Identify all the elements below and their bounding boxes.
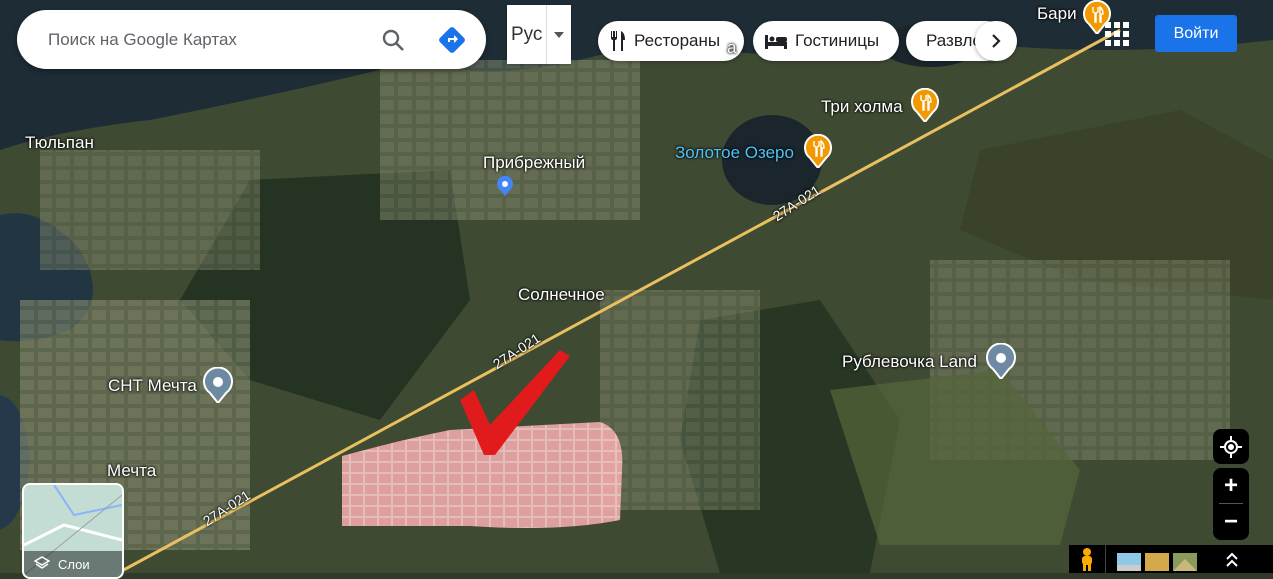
bed-icon: [765, 35, 787, 49]
divider: [1105, 545, 1106, 573]
layers-label: Слои: [58, 556, 90, 572]
chips-next-button[interactable]: [975, 21, 1017, 61]
chip-hotels[interactable]: Гостиницы: [753, 21, 899, 61]
imagery-thumb-icon[interactable]: [1145, 553, 1169, 571]
search-icon[interactable]: [378, 25, 408, 55]
place-label-snt-mechta[interactable]: СНТ Мечта: [108, 376, 197, 396]
chip-label: Рестораны: [634, 31, 721, 50]
language-select[interactable]: Рус: [507, 5, 571, 64]
place-label-rublevochka[interactable]: Рублевочка Land: [842, 352, 977, 372]
restaurant-pin-icon[interactable]: [1082, 0, 1112, 34]
search-input[interactable]: Поиск на Google Картах: [48, 30, 378, 50]
satellite-map[interactable]: [0, 0, 1273, 573]
place-label-zolotoe-ozero[interactable]: Золотое Озеро: [675, 143, 794, 163]
imagery-thumb-icon[interactable]: [1173, 553, 1197, 571]
chevron-down-icon[interactable]: [546, 5, 571, 64]
place-label-bari[interactable]: Бари: [1037, 4, 1077, 24]
place-pin-icon[interactable]: [202, 367, 234, 403]
crosshair-icon: [1220, 435, 1242, 458]
layers-button[interactable]: Слои: [22, 483, 124, 579]
chip-restaurants[interactable]: Рестораны: [598, 21, 744, 61]
place-pin-icon[interactable]: [985, 343, 1017, 379]
place-label-partial: а: [727, 38, 737, 57]
transit-pin-icon[interactable]: [496, 176, 514, 196]
expand-icon[interactable]: [1225, 551, 1239, 569]
bottom-toolbar: [1069, 545, 1273, 573]
language-current: Рус: [510, 23, 543, 45]
my-location-button[interactable]: [1213, 429, 1249, 464]
layers-label-bar: Слои: [24, 551, 122, 577]
zoom-out-button[interactable]: −: [1213, 504, 1249, 539]
chip-label: Гостиницы: [795, 31, 880, 50]
imagery-thumb-icon[interactable]: [1117, 553, 1141, 571]
restaurant-pin-icon[interactable]: [910, 88, 940, 122]
chevron-right-icon: [992, 34, 1001, 48]
search-box[interactable]: Поиск на Google Картах: [17, 10, 486, 69]
place-label-tri-holma[interactable]: Три холма: [821, 97, 903, 117]
pegman-icon[interactable]: [1079, 547, 1095, 571]
fork-knife-icon: [611, 31, 625, 51]
zoom-controls: + −: [1213, 468, 1249, 540]
signin-button[interactable]: Войти: [1155, 15, 1237, 52]
place-label-mechta[interactable]: Мечта: [107, 461, 156, 481]
place-label-pribrezhny[interactable]: Прибрежный: [483, 153, 585, 173]
place-label-solnechnoe[interactable]: Солнечное: [518, 285, 605, 305]
zoom-in-button[interactable]: +: [1213, 468, 1249, 503]
directions-icon[interactable]: [436, 24, 468, 56]
restaurant-pin-icon[interactable]: [803, 134, 833, 168]
layers-icon: [34, 556, 50, 569]
place-label-tyulpan[interactable]: Тюльпан: [25, 133, 94, 153]
